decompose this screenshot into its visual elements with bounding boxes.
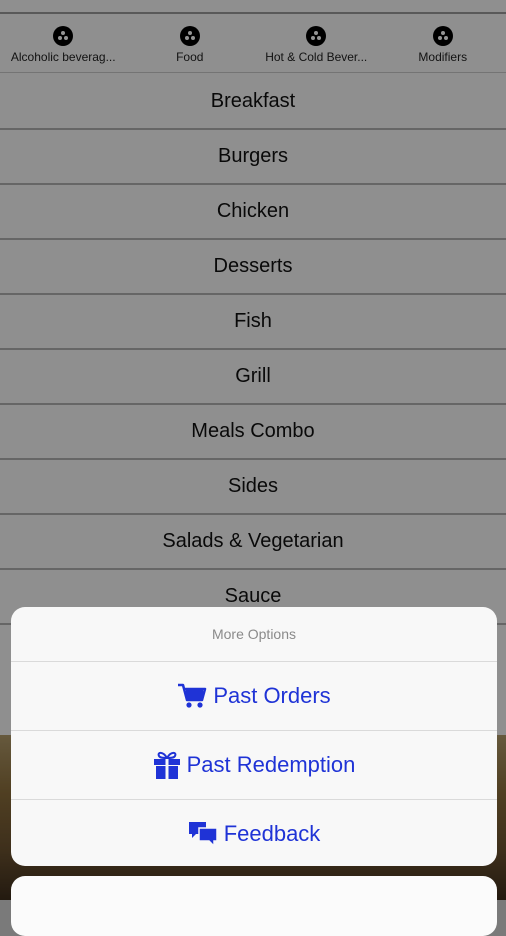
- chat-bubbles-icon: [188, 820, 218, 848]
- option-label: Feedback: [224, 821, 321, 847]
- action-sheet-title: More Options: [11, 607, 497, 662]
- action-sheet: More Options Past Orders Past Redemption: [11, 607, 497, 866]
- option-label: Past Redemption: [187, 752, 356, 778]
- past-orders-option[interactable]: Past Orders: [11, 662, 497, 731]
- cart-icon: [177, 683, 207, 709]
- cancel-button[interactable]: [11, 876, 497, 936]
- past-redemption-option[interactable]: Past Redemption: [11, 731, 497, 800]
- gift-icon: [153, 750, 181, 780]
- option-label: Past Orders: [213, 683, 330, 709]
- feedback-option[interactable]: Feedback: [11, 800, 497, 866]
